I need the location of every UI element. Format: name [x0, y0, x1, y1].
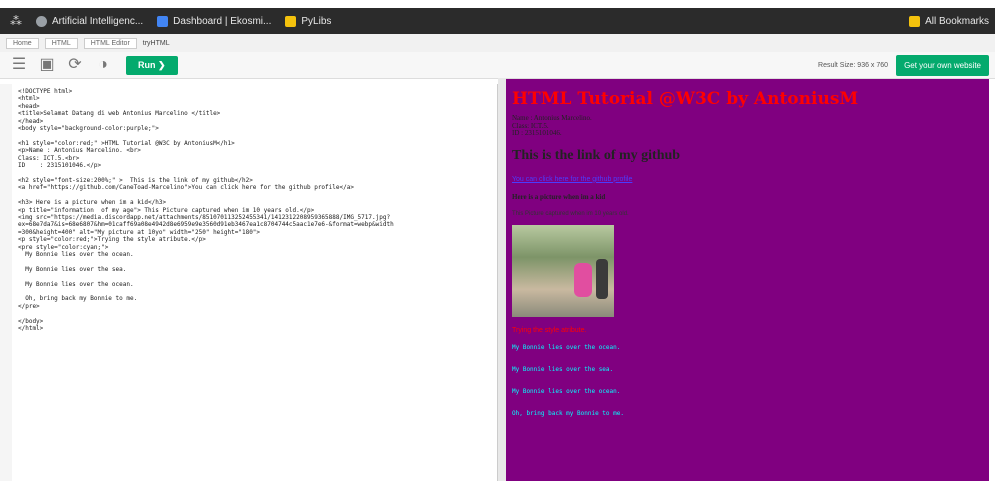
result-heading-2: This is the link of my github	[512, 147, 681, 163]
breadcrumb-editor[interactable]: HTML Editor	[83, 37, 137, 49]
breadcrumb: Home HTML HTML Editor tryHTML	[0, 34, 995, 52]
code-line[interactable]: <html>	[18, 95, 491, 102]
dashboard-icon	[157, 15, 169, 27]
code-line[interactable]: Oh, bring back my Bonnie to me.	[18, 295, 491, 302]
editor-toolbar: ☰ ▣ ⟳ ◑ Run ❯ Result Size: 936 x 760 Get…	[0, 52, 995, 79]
code-line[interactable]: <p style="color:red;">Trying the style a…	[18, 236, 491, 243]
code-editor[interactable]: <!DOCTYPE html> <html> <head> <title>Selama…	[12, 84, 498, 481]
info-name: Name : Antonius Marcelino.	[512, 114, 592, 122]
globe-icon	[36, 15, 47, 27]
github-link[interactable]: You can click here for the github profil…	[512, 176, 983, 183]
bookmark-ai[interactable]: Artificial Intelligenc...	[36, 15, 144, 27]
code-line[interactable]: <pre style="color:cyan;">	[18, 244, 491, 251]
code-line[interactable]	[18, 132, 491, 139]
breadcrumb-home[interactable]: Home	[6, 37, 39, 49]
code-line[interactable]: <p>Name : Antonius Marcelino. <br>	[18, 147, 491, 154]
photo-figure	[574, 262, 592, 297]
code-line[interactable]: </pre>	[18, 303, 491, 310]
code-line[interactable]: </html>	[18, 325, 491, 332]
code-line[interactable]: <p title="information of my age"> This P…	[18, 207, 491, 214]
code-line[interactable]: <h1 style="color:red;" >HTML Tutorial @W…	[18, 140, 491, 147]
result-size: Result Size: 936 x 760	[818, 61, 889, 69]
apps-grid-icon[interactable]: ⁂	[10, 15, 22, 27]
photo-figure	[596, 258, 608, 299]
resize-handle[interactable]	[498, 78, 506, 481]
code-line[interactable]: </head>	[18, 118, 491, 125]
poem-block: My Bonnie lies over the ocean. My Bonnie…	[512, 342, 983, 419]
result-heading-1: HTML Tutorial @W3C by AntoniusM	[512, 89, 859, 109]
info-id: ID : 2315101046.	[512, 129, 562, 138]
run-button[interactable]: Run ❯	[126, 55, 178, 75]
code-line[interactable]: <a href="https://github.com/CaneToad-Mar…	[18, 184, 491, 191]
poem-line: My Bonnie lies over the ocean.	[512, 343, 621, 351]
code-line[interactable]: <img src="https://media.discordapp.net/a…	[18, 214, 491, 221]
code-line[interactable]: ID : 2315101046.</p>	[18, 162, 491, 169]
result-info: Name : Antonius Marcelino. Class: ICT.5.…	[512, 114, 983, 138]
styled-paragraph: Trying the style atribute.	[512, 326, 587, 334]
all-bookmarks-label: All Bookmarks	[925, 15, 989, 27]
menu-icon[interactable]: ☰	[10, 56, 28, 74]
breadcrumb-current: tryHTML	[142, 39, 170, 47]
picture-caption: This Picture captured when im 10 years o…	[512, 210, 629, 217]
code-line[interactable]: <h3> Here is a picture when im a kid</h3…	[18, 199, 491, 206]
folder-icon	[285, 15, 297, 27]
theme-toggle-icon[interactable]: ◑	[94, 56, 112, 74]
poem-line: Oh, bring back my Bonnie to me.	[512, 409, 624, 417]
bookmark-label: Artificial Intelligenc...	[52, 15, 144, 27]
code-line[interactable]: My Bonnie lies over the ocean.	[18, 251, 491, 258]
folder-icon	[909, 15, 921, 27]
code-line[interactable]: <title>Selamat Datang di web Antonius Ma…	[18, 110, 491, 117]
result-frame: HTML Tutorial @W3C by AntoniusM Name : A…	[506, 79, 989, 481]
rotate-icon[interactable]: ⟳	[66, 56, 84, 74]
all-bookmarks[interactable]: All Bookmarks	[909, 15, 989, 27]
code-line[interactable]: <head>	[18, 103, 491, 110]
code-line[interactable]: Class: ICT.5.<br>	[18, 155, 491, 162]
poem-line: My Bonnie lies over the sea.	[512, 365, 614, 373]
result-heading-3: Here is a picture when im a kid	[512, 192, 606, 201]
code-line[interactable]: =300&height=400" alt="My picture at 10yo…	[18, 229, 491, 236]
code-line[interactable]: <h2 style="font-size:200%;" > This is th…	[18, 177, 491, 184]
breadcrumb-html[interactable]: HTML	[44, 37, 78, 49]
get-website-button[interactable]: Get your own website	[896, 54, 989, 76]
bookmark-label: Dashboard | Ekosmi...	[173, 15, 272, 27]
bookmarks-bar: ⁂ Artificial Intelligenc... Dashboard | …	[0, 8, 995, 34]
code-line[interactable]: ex=68e7da7&is=68e6807&hm=01caff69a08e494…	[18, 221, 491, 228]
code-line[interactable]	[18, 169, 491, 176]
code-line[interactable]	[18, 288, 491, 295]
code-line[interactable]: </body>	[18, 318, 491, 325]
code-line[interactable]	[18, 310, 491, 317]
bookmark-pylibs[interactable]: PyLibs	[285, 15, 332, 27]
code-line[interactable]: My Bonnie lies over the ocean.	[18, 281, 491, 288]
code-line[interactable]: <body style="background-color:purple;">	[18, 125, 491, 132]
bookmark-dashboard[interactable]: Dashboard | Ekosmi...	[157, 15, 272, 27]
code-line[interactable]: My Bonnie lies over the sea.	[18, 266, 491, 273]
code-line[interactable]	[18, 258, 491, 265]
poem-line: My Bonnie lies over the ocean.	[512, 387, 621, 395]
kid-photo	[512, 224, 614, 317]
code-line[interactable]	[18, 192, 491, 199]
bookmark-label: PyLibs	[301, 15, 332, 27]
code-line[interactable]: <!DOCTYPE html>	[18, 88, 491, 95]
save-icon[interactable]: ▣	[38, 56, 56, 74]
code-line[interactable]	[18, 273, 491, 280]
info-class: Class: ICT.5.	[512, 121, 549, 130]
